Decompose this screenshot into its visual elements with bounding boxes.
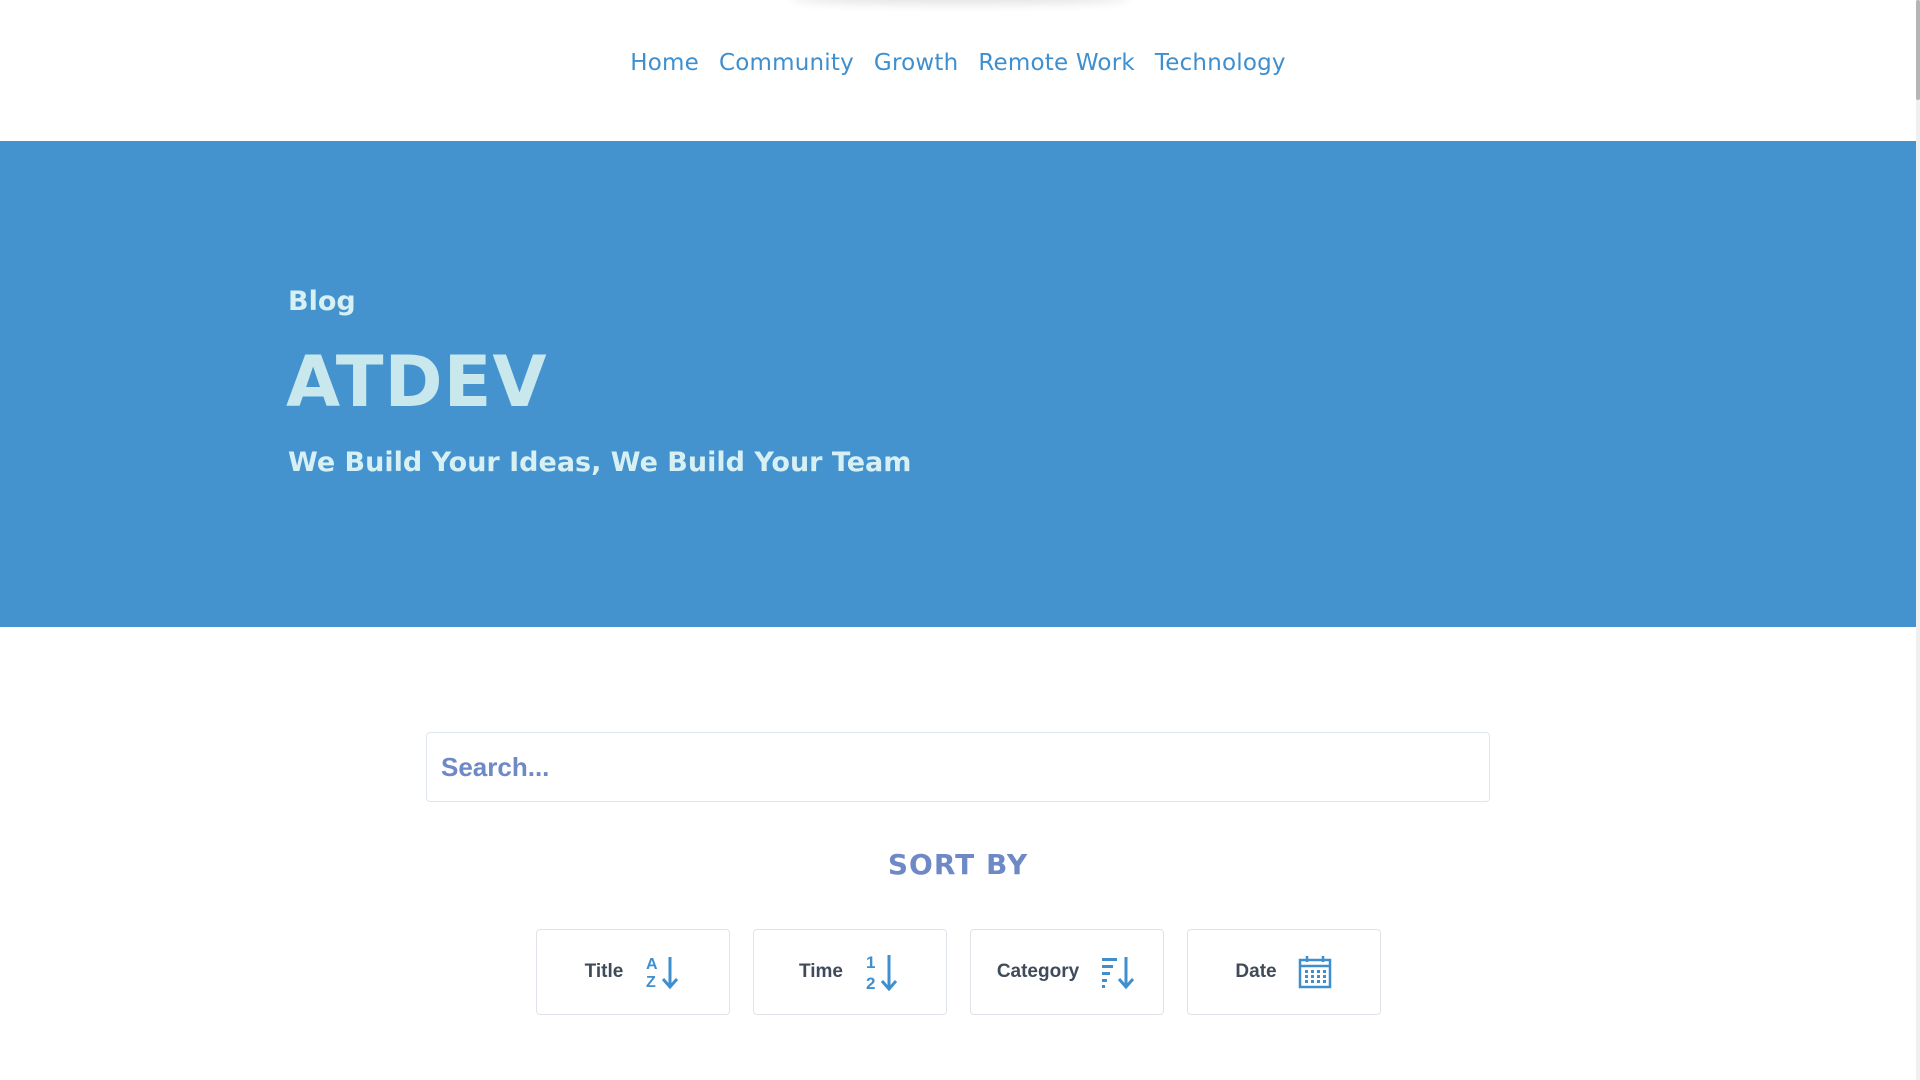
- top-navigation-bar: Home Community Growth Remote Work Techno…: [0, 0, 1916, 141]
- svg-text:A: A: [646, 956, 658, 973]
- sort-by-time-button[interactable]: Time 1 2: [753, 929, 947, 1015]
- sort-by-category-button[interactable]: Category: [970, 929, 1164, 1015]
- nav-link-home[interactable]: Home: [630, 50, 699, 76]
- nav-link-growth[interactable]: Growth: [874, 50, 958, 76]
- sort-button-label: Date: [1235, 961, 1277, 982]
- calendar-icon: [1297, 954, 1333, 990]
- sort-amount-down-icon: [1099, 954, 1137, 990]
- sort-by-date-button[interactable]: Date: [1187, 929, 1381, 1015]
- svg-text:2: 2: [866, 974, 875, 992]
- sort-by-title-button[interactable]: Title A Z: [536, 929, 730, 1015]
- hero-kicker: Blog: [288, 286, 356, 317]
- sort-button-label: Time: [798, 961, 843, 982]
- sort-buttons: Title A Z Time 1 2 Category Date: [536, 929, 1381, 1015]
- scrollbar-thumb[interactable]: [1916, 0, 1920, 100]
- search-input[interactable]: [427, 733, 1489, 801]
- svg-text:1: 1: [866, 953, 875, 972]
- sort-numeric-down-icon: 1 2: [863, 952, 901, 992]
- sort-button-label: Category: [996, 961, 1080, 982]
- nav-link-technology[interactable]: Technology: [1155, 50, 1286, 76]
- nav-link-community[interactable]: Community: [719, 50, 854, 76]
- vertical-scrollbar[interactable]: [1916, 0, 1920, 1080]
- hero-subtitle: We Build Your Ideas, We Build Your Team: [288, 447, 912, 478]
- search-box: [426, 732, 1490, 802]
- main-nav: Home Community Growth Remote Work Techno…: [0, 50, 1916, 76]
- svg-text:Z: Z: [646, 974, 656, 990]
- sort-button-label: Title: [584, 961, 624, 982]
- blog-page: Home Community Growth Remote Work Techno…: [0, 0, 1920, 1080]
- nav-link-remote-work[interactable]: Remote Work: [978, 50, 1135, 76]
- sort-alpha-down-icon: A Z: [643, 954, 681, 990]
- sort-heading: SORT BY: [887, 848, 1029, 881]
- hero-title: ATDEV: [286, 341, 548, 423]
- hero-banner: Blog ATDEV We Build Your Ideas, We Build…: [0, 141, 1916, 627]
